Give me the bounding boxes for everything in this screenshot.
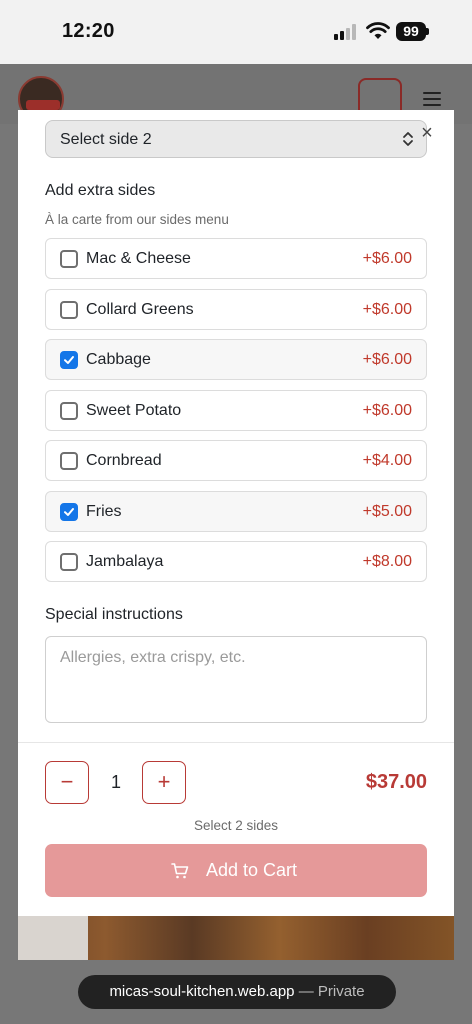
increment-button[interactable]: + xyxy=(142,761,186,804)
quantity-value: 1 xyxy=(110,772,121,792)
battery-level: 99 xyxy=(396,22,426,41)
extra-side-option[interactable]: Cornbread +$4.00 xyxy=(45,440,427,481)
decrement-button[interactable]: − xyxy=(45,761,89,804)
close-icon[interactable]: × xyxy=(418,123,436,143)
option-label: Collard Greens xyxy=(86,301,194,318)
private-mode-label: Private xyxy=(317,983,365,1000)
extra-side-option[interactable]: Jambalaya +$8.00 xyxy=(45,541,427,582)
option-label: Cornbread xyxy=(86,452,162,469)
total-price: $37.00 xyxy=(365,771,427,793)
url-host: micas-soul-kitchen.web.app xyxy=(109,983,295,1000)
extra-side-option[interactable]: Fries +$5.00 xyxy=(45,491,427,532)
cart-icon xyxy=(171,863,189,879)
food-image xyxy=(18,914,454,960)
checkbox[interactable] xyxy=(60,452,78,470)
option-price: +$6.00 xyxy=(362,301,412,318)
option-label: Mac & Cheese xyxy=(86,250,191,267)
option-price: +$8.00 xyxy=(362,553,412,570)
checkbox-checked[interactable] xyxy=(60,351,78,369)
add-to-cart-label: Add to Cart xyxy=(206,860,298,880)
extra-side-option[interactable]: Collard Greens +$6.00 xyxy=(45,289,427,330)
extra-sides-title: Add extra sides xyxy=(45,182,156,199)
option-price: +$4.00 xyxy=(362,452,412,469)
select-sides-hint: Select 2 sides xyxy=(193,818,279,833)
special-instructions-title: Special instructions xyxy=(45,606,183,623)
checkbox[interactable] xyxy=(60,301,78,319)
extra-sides-subtitle: À la carte from our sides menu xyxy=(45,212,229,227)
battery-icon: 99 xyxy=(396,22,429,41)
extra-side-option[interactable]: Cabbage +$6.00 xyxy=(45,339,427,380)
checkbox[interactable] xyxy=(60,402,78,420)
option-price: +$6.00 xyxy=(362,402,412,419)
option-price: +$6.00 xyxy=(362,351,412,368)
special-instructions-placeholder: Allergies, extra crispy, etc. xyxy=(60,649,246,666)
select-chevron-icon xyxy=(403,132,413,146)
browser-address-bar[interactable]: micas-soul-kitchen.web.app — Private xyxy=(78,975,396,1009)
checkbox-checked[interactable] xyxy=(60,503,78,521)
option-label: Cabbage xyxy=(86,351,151,368)
hamburger-menu-icon[interactable] xyxy=(423,92,441,106)
extra-side-option[interactable]: Mac & Cheese +$6.00 xyxy=(45,238,427,279)
url-separator: — xyxy=(294,983,318,1000)
checkbox[interactable] xyxy=(60,250,78,268)
wifi-icon xyxy=(366,22,390,39)
add-to-cart-button[interactable]: Add to Cart xyxy=(45,844,427,897)
option-price: +$5.00 xyxy=(362,503,412,520)
checkmark-icon xyxy=(64,508,74,516)
checkbox[interactable] xyxy=(60,553,78,571)
option-label: Jambalaya xyxy=(86,553,164,570)
side-2-select-value: Select side 2 xyxy=(60,131,152,148)
status-time: 12:20 xyxy=(62,20,115,42)
special-instructions-input[interactable]: Allergies, extra crispy, etc. xyxy=(45,636,427,723)
option-label: Fries xyxy=(86,503,122,520)
side-2-select[interactable]: Select side 2 xyxy=(45,120,427,158)
status-bar: 12:20 99 xyxy=(0,0,472,64)
checkmark-icon xyxy=(64,356,74,364)
extra-side-option[interactable]: Sweet Potato +$6.00 xyxy=(45,390,427,431)
option-price: +$6.00 xyxy=(362,250,412,267)
option-label: Sweet Potato xyxy=(86,402,182,419)
cellular-signal-icon xyxy=(334,24,360,40)
